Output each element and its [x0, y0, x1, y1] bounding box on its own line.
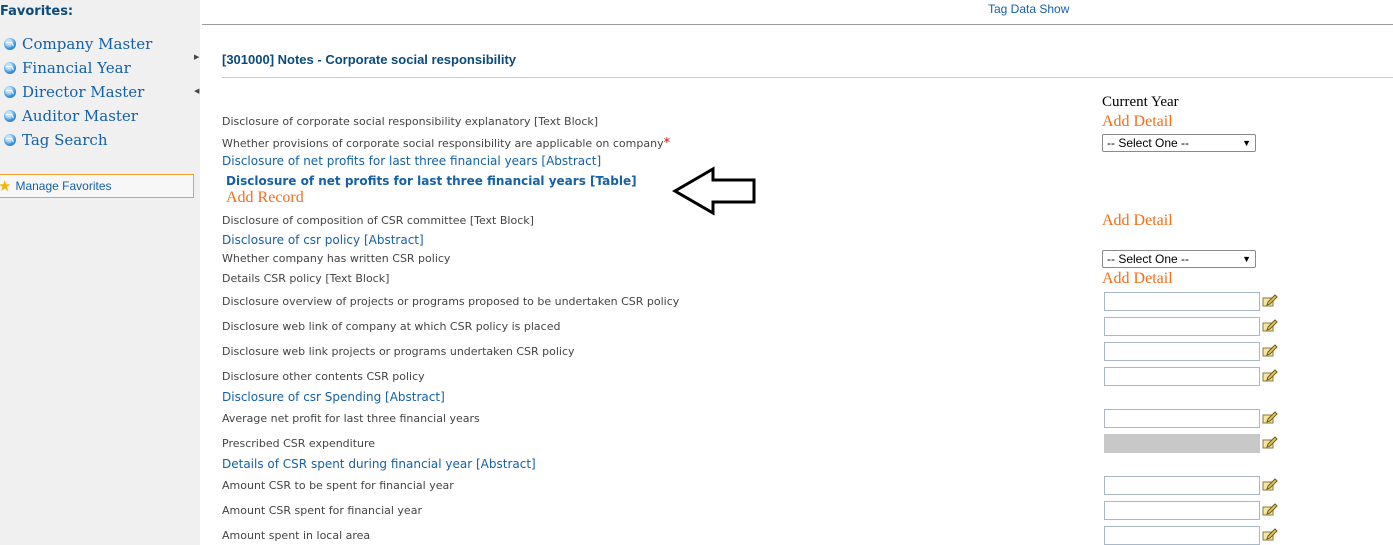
manage-favorites-label[interactable]: Manage Favorites [15, 179, 111, 193]
favorite-label[interactable]: Financial Year [22, 59, 131, 77]
star-icon: ★ [0, 177, 12, 195]
section-title: [301000] Notes - Corporate social respon… [222, 52, 517, 67]
abstract-heading: Disclosure of net profits for last three… [222, 154, 602, 168]
collapse-right-icon[interactable]: ▶ [194, 54, 199, 61]
pencil-edit-icon[interactable] [1262, 526, 1278, 542]
pencil-edit-icon[interactable] [1262, 292, 1278, 308]
add-detail-link[interactable]: Add Detail [1102, 270, 1173, 288]
row-label: Average net profit for last three financ… [222, 412, 480, 425]
pencil-edit-icon[interactable] [1262, 501, 1278, 517]
text-field[interactable] [1104, 342, 1260, 361]
row-label: Disclosure of composition of CSR committ… [222, 214, 534, 227]
abstract-heading: Disclosure of csr Spending [Abstract] [222, 390, 445, 404]
text-field[interactable] [1104, 409, 1260, 428]
tag-data-show-link[interactable]: Tag Data Show [988, 2, 1069, 16]
arrow-circle-icon [4, 86, 16, 98]
row-label: Whether company has written CSR policy [222, 252, 451, 265]
table-heading-link[interactable]: Disclosure of net profits for last three… [226, 174, 637, 188]
add-detail-link[interactable]: Add Detail [1102, 212, 1173, 230]
written-csr-policy-select[interactable]: -- Select One -- ▼ [1102, 250, 1256, 268]
row-label: Amount spent in local area [222, 529, 371, 542]
arrow-circle-icon [4, 110, 16, 122]
favorite-label[interactable]: Director Master [22, 83, 144, 101]
text-field[interactable] [1104, 476, 1260, 495]
row-label: Disclosure web link of company at which … [222, 320, 561, 333]
row-label: Disclosure of corporate social responsib… [222, 115, 599, 128]
favorites-sidebar: Favorites: Company Master Financial Year… [0, 0, 200, 545]
favorite-tag-search[interactable]: Tag Search [0, 128, 152, 152]
pencil-edit-icon[interactable] [1262, 367, 1278, 383]
manage-favorites-button[interactable]: ★ Manage Favorites [0, 174, 194, 198]
row-label: Whether provisions of corporate social r… [222, 137, 664, 150]
favorite-auditor-master[interactable]: Auditor Master [0, 104, 152, 128]
select-value: -- Select One -- [1107, 136, 1190, 150]
pencil-edit-icon[interactable] [1262, 434, 1278, 450]
section-divider [222, 77, 1393, 78]
row-label: Amount CSR spent for financial year [222, 504, 422, 517]
favorites-list: Company Master Financial Year Director M… [0, 32, 152, 152]
collapse-left-icon[interactable]: ◀ [194, 88, 199, 95]
row-label-with-required: Whether provisions of corporate social r… [222, 136, 670, 151]
text-field[interactable] [1104, 501, 1260, 520]
text-field[interactable] [1104, 367, 1260, 386]
favorite-label[interactable]: Tag Search [22, 131, 107, 149]
row-label: Disclosure other contents CSR policy [222, 370, 425, 383]
chevron-down-icon: ▼ [1242, 254, 1251, 264]
row-label: Details CSR policy [Text Block] [222, 272, 390, 285]
arrow-circle-icon [4, 134, 16, 146]
abstract-heading: Disclosure of csr policy [Abstract] [222, 233, 424, 247]
favorite-label[interactable]: Company Master [22, 35, 152, 53]
favorite-director-master[interactable]: Director Master [0, 80, 152, 104]
text-field[interactable] [1104, 526, 1260, 545]
pencil-edit-icon[interactable] [1262, 317, 1278, 333]
pencil-edit-icon[interactable] [1262, 409, 1278, 425]
row-label: Disclosure overview of projects or progr… [222, 295, 680, 308]
add-record-link[interactable]: Add Record [226, 189, 304, 207]
favorite-financial-year[interactable]: Financial Year [0, 56, 152, 80]
row-label: Prescribed CSR expenditure [222, 437, 376, 450]
left-arrow-outline-icon [672, 166, 756, 216]
select-value: -- Select One -- [1107, 252, 1190, 266]
abstract-heading: Details of CSR spent during financial ye… [222, 457, 536, 471]
text-field[interactable] [1104, 292, 1260, 311]
column-header-current-year: Current Year [1102, 94, 1179, 110]
row-label: Disclosure web link projects or programs… [222, 345, 575, 358]
arrow-circle-icon [4, 38, 16, 50]
pencil-edit-icon[interactable] [1262, 476, 1278, 492]
required-marker: * [663, 136, 671, 151]
header-divider [202, 24, 1393, 25]
favorite-label[interactable]: Auditor Master [22, 107, 138, 125]
add-detail-link[interactable]: Add Detail [1102, 113, 1173, 131]
chevron-down-icon: ▼ [1242, 138, 1251, 148]
arrow-circle-icon [4, 62, 16, 74]
text-field[interactable] [1104, 317, 1260, 336]
pencil-edit-icon[interactable] [1262, 342, 1278, 358]
favorite-company-master[interactable]: Company Master [0, 32, 152, 56]
prescribed-csr-field-disabled [1104, 434, 1260, 453]
csr-applicable-select[interactable]: -- Select One -- ▼ [1102, 134, 1256, 152]
row-label: Amount CSR to be spent for financial yea… [222, 479, 454, 492]
favorites-title: Favorites: [0, 4, 74, 19]
